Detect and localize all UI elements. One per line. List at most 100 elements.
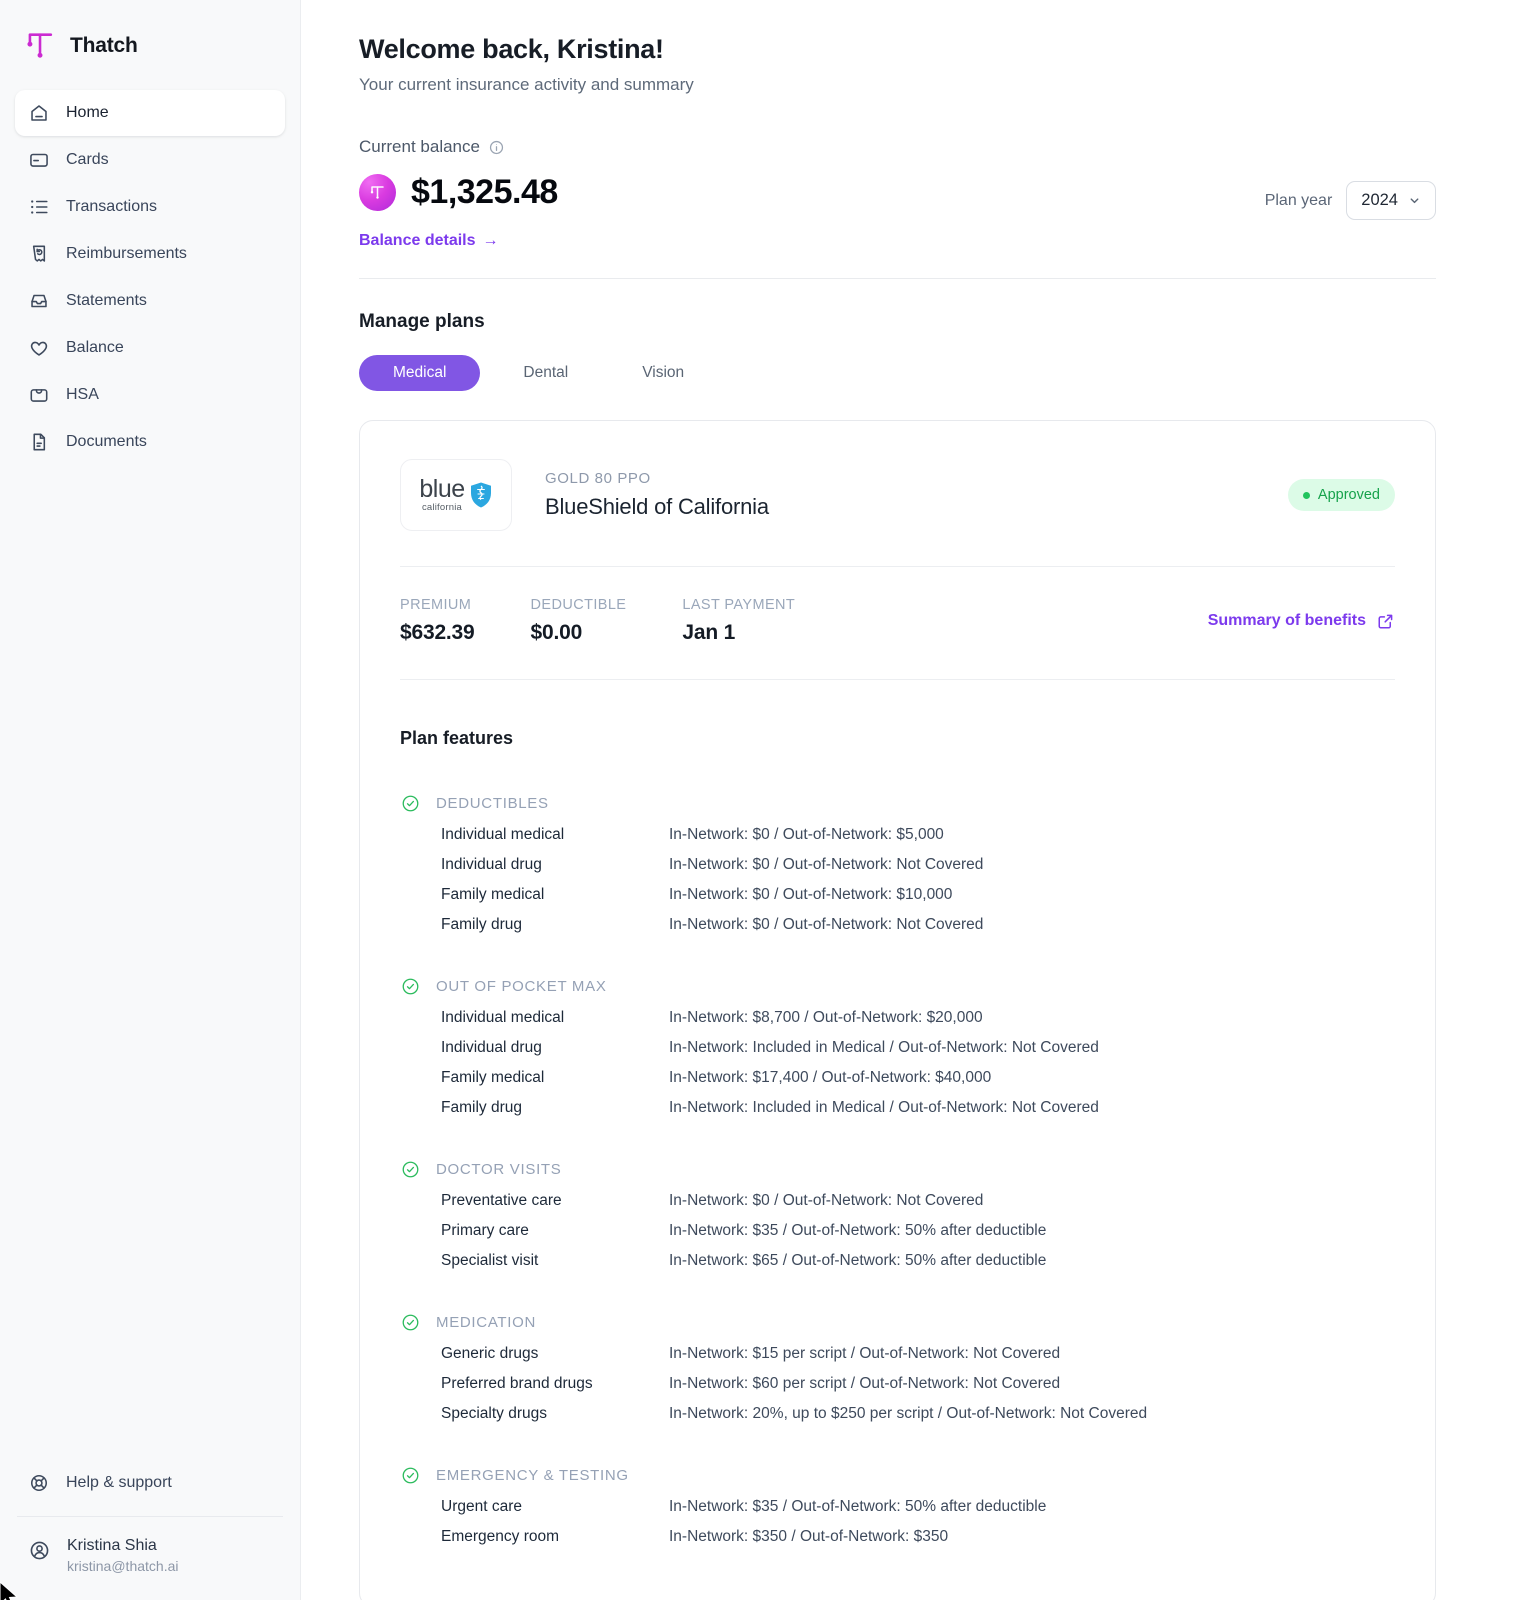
sidebar-item-label: Statements [66,292,147,309]
status-dot-icon [1302,491,1310,499]
feature-row: Urgent care In-Network: $35 / Out-of-Netw… [441,1498,1395,1516]
feature-row: Specialist visit In-Network: $65 / Out-of… [441,1252,1395,1270]
feature-section-emergency-testing: EMERGENCY & TESTING Urgent care In-Networ… [400,1465,1395,1546]
feature-value: In-Network: Included in Medical / Out-of… [669,1099,1099,1116]
user-email: kristina@thatch.ai [67,1558,179,1574]
tab-vision[interactable]: Vision [611,355,715,391]
app-logo: Thatch [15,0,285,90]
plan-provider: BlueShield of California [545,494,769,519]
card-icon [28,149,50,171]
sidebar-item-balance[interactable]: Balance [15,325,285,371]
sidebar-item-label: Balance [66,339,124,356]
check-circle-icon [402,1467,419,1484]
feature-label: Primary care [441,1222,529,1239]
feature-row: Family drug In-Network: Included in Medic… [441,1099,1395,1117]
manage-plans-title: Manage plans [359,311,485,332]
sidebar-item-label: Cards [66,151,109,168]
info-icon[interactable] [488,139,505,156]
check-circle-icon [402,978,419,995]
sidebar-item-documents[interactable]: Documents [15,419,285,465]
app-window: Thatch Home Cards Transactions Reimburse… [0,0,1524,1600]
inbox-icon [28,290,50,312]
page-subtitle: Your current insurance activity and summ… [359,75,694,94]
heart-icon [28,337,50,359]
stat-premium: PREMIUM $632.39 [400,597,475,645]
sidebar-item-label: Reimbursements [66,245,187,262]
mouse-cursor [0,1581,19,1600]
feature-label: Individual medical [441,826,565,843]
balance-label: Current balance [359,137,480,156]
user-profile[interactable]: Kristina Shia kristina@thatch.ai [15,1527,285,1578]
stat-label: PREMIUM [400,597,472,613]
feature-row: Preferred brand drugs In-Network: $60 per… [441,1375,1395,1393]
app-name: Thatch [70,34,138,57]
wallet-icon [28,384,50,406]
feature-label: Family drug [441,1099,522,1116]
feature-value: In-Network: $65 / Out-of-Network: 50% af… [669,1252,1047,1269]
tab-dental[interactable]: Dental [492,355,599,391]
feature-value: In-Network: $0 / Out-of-Network: Not Cov… [669,856,984,873]
list-icon [28,196,50,218]
plan-year-select[interactable]: 2024 [1346,181,1436,220]
arrow-right-icon: → [482,232,499,249]
feature-row: Individual drug In-Network: $0 / Out-of-N… [441,856,1395,874]
sidebar-item-home[interactable]: Home [15,90,285,136]
external-link-icon [1376,612,1395,631]
plan-card: blue california GOLD 80 PPO BlueShield o… [359,420,1436,1600]
sidebar-item-label: HSA [66,386,99,403]
feature-label: Emergency room [441,1528,560,1545]
feature-section-title: DOCTOR VISITS [436,1161,562,1178]
tab-medical[interactable]: Medical [359,355,481,391]
sidebar-item-transactions[interactable]: Transactions [15,184,285,230]
plan-stats: PREMIUM $632.39 DEDUCTIBLE $0.00 LAST PA… [400,567,1395,679]
sidebar-item-cards[interactable]: Cards [15,137,285,183]
plan-year-control: Plan year 2024 [1265,181,1436,220]
carrier-logo-text: blue california [419,475,465,514]
feature-section-title: EMERGENCY & TESTING [436,1467,629,1484]
feature-value: In-Network: $0 / Out-of-Network: Not Cov… [669,1192,984,1209]
feature-label: Individual drug [441,1039,542,1056]
feature-row: Individual drug In-Network: Included in M… [441,1039,1395,1057]
stat-label: DEDUCTIBLE [530,597,627,613]
feature-value: In-Network: $15 per script / Out-of-Netw… [669,1345,1061,1362]
chevron-down-icon [1408,194,1421,207]
stat-value: Jan 1 [682,621,736,644]
feature-value: In-Network: $8,700 / Out-of-Network: $20… [669,1009,983,1026]
plan-tabs: Medical Dental Vision [359,355,1436,391]
balance-details-link[interactable]: Balance details → [359,232,499,250]
feature-row: Family medical In-Network: $0 / Out-of-Ne… [441,886,1395,904]
plan-features: Plan features DEDUCTIBLES Individual med… [400,680,1395,1546]
feature-row: Preventative care In-Network: $0 / Out-of… [441,1192,1395,1210]
feature-value: In-Network: $35 / Out-of-Network: 50% af… [669,1222,1047,1239]
feature-row: Individual medical In-Network: $8,700 / O… [441,1009,1395,1027]
user-name: Kristina Shia [67,1537,157,1554]
feature-value: In-Network: 20%, up to $250 per script /… [669,1405,1148,1422]
feature-value: In-Network: $0 / Out-of-Network: $5,000 [669,826,944,843]
feature-label: Family drug [441,916,522,933]
stat-label: LAST PAYMENT [682,597,796,613]
sidebar-item-reimbursements[interactable]: Reimbursements [15,231,285,277]
feature-label: Individual medical [441,1009,565,1026]
feature-row: Family medical In-Network: $17,400 / Out-… [441,1069,1395,1087]
feature-value: In-Network: $350 / Out-of-Network: $350 [669,1528,949,1545]
summary-of-benefits-link[interactable]: Summary of benefits [1208,612,1395,631]
feature-label: Preferred brand drugs [441,1375,593,1392]
check-circle-icon [402,795,419,812]
sidebar-item-hsa[interactable]: HSA [15,372,285,418]
receipt-icon [28,243,50,265]
help-support-item[interactable]: Help & support [15,1460,285,1506]
feature-label: Specialist visit [441,1252,539,1269]
feature-row: Individual medical In-Network: $0 / Out-o… [441,826,1395,844]
lifebuoy-icon [28,1472,50,1494]
feature-section-title: DEDUCTIBLES [436,795,549,812]
main-content: Welcome back, Kristina! Your current ins… [301,0,1524,1600]
plan-year-label: Plan year [1264,191,1333,209]
stat-deductible: DEDUCTIBLE $0.00 [531,597,627,645]
feature-value: In-Network: $60 per script / Out-of-Netw… [669,1375,1061,1392]
feature-section-deductibles: DEDUCTIBLES Individual medical In-Network… [400,793,1395,934]
feature-row: Specialty drugs In-Network: 20%, up to $2… [441,1405,1395,1423]
feature-label: Generic drugs [441,1345,539,1362]
feature-section-title: OUT OF POCKET MAX [436,978,607,995]
feature-row: Emergency room In-Network: $350 / Out-of-… [441,1528,1395,1546]
sidebar-item-statements[interactable]: Statements [15,278,285,324]
